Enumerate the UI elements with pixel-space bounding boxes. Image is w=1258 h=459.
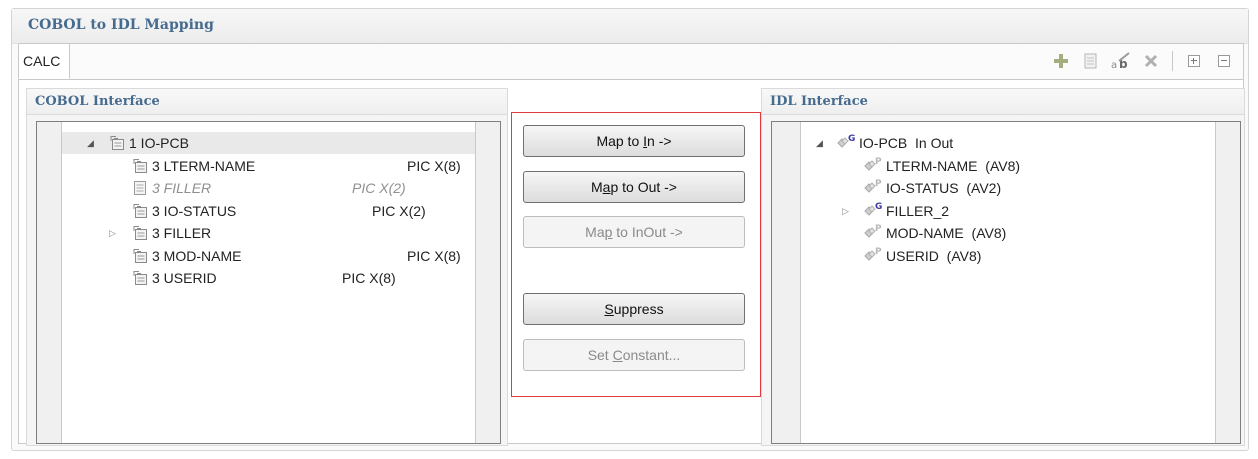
idl-tree-row[interactable]: ◢ G IO-PCB In Out [802,132,1215,154]
cobol-field: 3 USERID [132,267,217,289]
idl-parameter-icon: P [864,157,882,171]
cobol-tree-row[interactable]: ▷ 3 FILLER [62,222,475,244]
idl-element: P LTERM-NAME (AV8) [862,155,1020,177]
editor-page: COBOL to IDL Mapping CALC a b COBOL Inte… [0,0,1258,459]
svg-text:G: G [875,202,882,212]
idl-element: P MOD-NAME (AV8) [862,222,1006,244]
cobol-field-name: 1 IO-PCB [129,135,189,151]
cobol-tree-row[interactable]: 3 USERID PIC X(8) [62,267,475,289]
expand-all-icon[interactable] [1183,50,1205,72]
delete-icon[interactable] [1140,50,1162,72]
idl-group-icon: G [837,134,855,148]
idl-tree-right-scrollbar[interactable] [1215,122,1240,443]
cobol-field: 3 LTERM-NAME [132,155,255,177]
cobol-field: 3 FILLER [132,177,211,199]
idl-tree-row[interactable]: ▷ G FILLER_2 [802,200,1215,222]
toolbar-separator [1172,51,1173,71]
expand-arrow-icon[interactable]: ▷ [842,200,849,222]
idl-tree-row[interactable]: P MOD-NAME (AV8) [802,222,1215,244]
mapping-buttons-group: Map to In -> Map to Out -> Map to InOut … [511,112,761,397]
cobol-pic-clause: PIC X(2) [352,180,406,196]
idl-element-name: FILLER_2 [886,202,950,219]
cobol-tree-left-scrollbar[interactable] [37,122,62,443]
suppress-button[interactable]: Suppress [523,293,745,325]
idl-tree-row[interactable]: P LTERM-NAME (AV8) [802,155,1215,177]
cobol-pic-clause: PIC X(8) [407,157,461,174]
cobol-tree-row[interactable]: 3 IO-STATUS PIC X(2) [62,200,475,222]
tab-strip: CALC a b [18,43,1243,80]
idl-parameter-icon: P [864,224,882,238]
cobol-tree-right-scrollbar[interactable] [475,122,500,443]
idl-tree[interactable]: ◢ G IO-PCB In Out P LTERM-NAME (AV8) P IO-STAT… [771,121,1241,444]
cobol-field-name: 3 FILLER [152,180,212,196]
idl-element-name: MOD-NAME (AV8) [886,225,1007,241]
map-to-inout-button[interactable]: Map to InOut -> [523,216,745,248]
cobol-pic-clause: PIC X(2) [372,202,426,219]
cobol-field-icon [133,226,147,240]
idl-group-icon: G [864,202,882,216]
idl-parameter-icon: P [864,179,882,193]
cobol-field: 1 IO-PCB [109,132,189,154]
cobol-field-icon [133,271,147,285]
cobol-field-icon [133,203,147,218]
collapse-arrow-icon[interactable]: ◢ [87,132,94,154]
section-title: COBOL to IDL Mapping [28,17,214,33]
idl-element-name: IO-PCB In Out [859,135,954,151]
cobol-field-name: 3 LTERM-NAME [152,157,256,174]
idl-element-name: USERID (AV8) [886,247,982,264]
cobol-tree-row[interactable]: 3 MOD-NAME PIC X(8) [62,245,475,267]
cobol-interface-title: COBOL Interface [35,94,160,109]
add-icon[interactable] [1050,50,1072,72]
cobol-tree-row[interactable]: 3 LTERM-NAME PIC X(8) [62,155,475,177]
cobol-interface-header: COBOL Interface [26,88,508,115]
cobol-tree-row[interactable]: 3 FILLER PIC X(2) [62,177,475,199]
cobol-field-icon [133,248,147,263]
svg-text:a: a [1111,60,1117,70]
copy-icon[interactable] [1080,50,1102,72]
svg-text:P: P [875,179,882,189]
cobol-field-name: 3 IO-STATUS [152,202,237,219]
idl-parameter-icon: P [864,247,882,261]
collapse-arrow-icon[interactable]: ◢ [816,132,823,154]
idl-interface-panel: ◢ G IO-PCB In Out P LTERM-NAME (AV8) P IO-STAT… [761,115,1245,446]
mapping-toolbar: a b [1042,50,1235,72]
cobol-field-icon [110,136,124,150]
collapse-all-icon[interactable] [1213,50,1235,72]
map-to-out-button[interactable]: Map to Out -> [523,171,745,203]
expand-arrow-icon[interactable]: ▷ [109,222,116,244]
cobol-pic-clause: PIC X(8) [342,270,396,286]
svg-text:P: P [875,224,882,234]
rename-icon[interactable]: a b [1110,50,1132,72]
idl-element: G IO-PCB In Out [835,132,953,154]
idl-tree-row[interactable]: P USERID (AV8) [802,245,1215,267]
document-icon [134,181,146,195]
idl-interface-title: IDL Interface [770,94,868,109]
cobol-field-icon [133,158,147,173]
cobol-field-name: 3 FILLER [152,225,212,241]
idl-element-name: LTERM-NAME (AV8) [886,157,1021,174]
cobol-tree-row[interactable]: ◢ 1 IO-PCB [62,132,475,154]
svg-text:P: P [875,157,882,167]
cobol-field: 3 MOD-NAME [132,245,241,267]
set-constant-button[interactable]: Set Constant... [523,339,745,371]
cobol-field-name: 3 MOD-NAME [152,247,242,264]
idl-element-name: IO-STATUS (AV2) [886,180,1002,196]
idl-tree-row[interactable]: P IO-STATUS (AV2) [802,177,1215,199]
map-to-in-button[interactable]: Map to In -> [523,125,745,157]
idl-tree-left-scrollbar[interactable] [772,122,801,443]
cobol-interface-panel: ◢ 1 IO-PCB 3 LTERM-NAME PIC X(8) 3 FILLER PIC… [26,115,508,446]
cobol-field: 3 FILLER [132,222,211,244]
svg-text:G: G [848,134,855,144]
svg-text:P: P [875,247,882,257]
cobol-field-name: 3 USERID [152,270,217,286]
tab-calc[interactable]: CALC [18,43,70,79]
cobol-tree[interactable]: ◢ 1 IO-PCB 3 LTERM-NAME PIC X(8) 3 FILLER PIC… [36,121,501,444]
section-header[interactable]: COBOL to IDL Mapping [12,9,1248,44]
idl-interface-header: IDL Interface [761,88,1245,115]
idl-element: P IO-STATUS (AV2) [862,177,1001,199]
idl-element: G FILLER_2 [862,200,949,222]
cobol-pic-clause: PIC X(8) [407,247,461,264]
idl-element: P USERID (AV8) [862,245,981,267]
cobol-field: 3 IO-STATUS [132,200,236,222]
